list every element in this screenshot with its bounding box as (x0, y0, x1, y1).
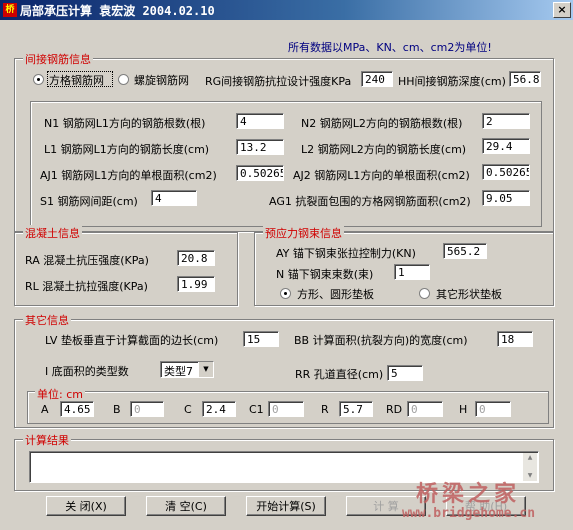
h-label: H (459, 403, 468, 416)
a-input[interactable]: 4.65 (60, 401, 94, 417)
rl-input[interactable]: 1.99 (177, 276, 215, 292)
indirect-steel-title: 间接钢筋信息 (23, 51, 93, 67)
square-plate-radio[interactable] (280, 288, 291, 299)
lv-input[interactable]: 15 (243, 331, 279, 347)
scroll-down-icon[interactable]: ▼ (523, 471, 537, 481)
c1-label: C1 (249, 403, 264, 416)
prestress-title: 预应力钢束信息 (263, 225, 344, 241)
rd-label: RD (386, 403, 403, 416)
lv-label: LV 垫板垂直于计算截面的边长(cm) (45, 334, 219, 347)
r-label: R (321, 403, 329, 416)
aj1-input[interactable]: 0.50265 (236, 165, 284, 181)
other-info-title: 其它信息 (23, 312, 71, 328)
hh-label: HH间接钢筋深度(cm) (398, 75, 506, 88)
square-plate-label[interactable]: 方形、圆形垫板 (297, 286, 374, 302)
b-label: B (113, 403, 121, 416)
b-input[interactable]: 0 (130, 401, 164, 417)
n2-input[interactable]: 2 (482, 113, 530, 129)
h-input[interactable]: 0 (475, 401, 511, 417)
window-title: 局部承压计算 袁宏波 2004.02.10 (20, 4, 215, 18)
result-scrollbar[interactable]: ▲ ▼ (523, 453, 537, 481)
n1-label: N1 钢筋网L1方向的钢筋根数(根) (44, 117, 206, 130)
chevron-down-icon[interactable]: ▼ (198, 362, 213, 377)
rr-label: RR 孔道直径(cm) (295, 368, 384, 381)
prestress-group: 预应力钢束信息 AY 锚下钢束张拉控制力(KN) 565.2 N 锚下钢束束数(… (254, 225, 554, 306)
rl-label: RL 混凝土抗拉强度(KPa) (25, 280, 148, 293)
mesh-radio-label[interactable]: 方格钢筋网 (49, 72, 104, 88)
ra-label: RA 混凝土抗压强度(KPa) (25, 254, 149, 267)
indirect-steel-group: 间接钢筋信息 方格钢筋网 螺旋钢筋网 RG间接钢筋抗拉设计强度KPa 240 H… (14, 51, 554, 232)
bb-input[interactable]: 18 (497, 331, 533, 347)
ay-input[interactable]: 565.2 (443, 243, 487, 259)
rr-input[interactable]: 5 (387, 365, 423, 381)
unit-note: 所有数据以MPa、KN、cm、cm2为单位! (288, 41, 492, 54)
bb-label: BB 计算面积(抗裂方向)的宽度(cm) (294, 334, 468, 347)
scroll-up-icon[interactable]: ▲ (523, 453, 537, 463)
a-label: A (41, 403, 49, 416)
l1-label: L1 钢筋网L1方向的钢筋长度(cm) (44, 143, 210, 156)
hh-input[interactable]: 56.8 (509, 71, 541, 87)
title-bar: 桥 局部承压计算 袁宏波 2004.02.10 × (0, 0, 573, 20)
r-input[interactable]: 5.7 (339, 401, 373, 417)
other-plate-radio[interactable] (419, 288, 430, 299)
c-label: C (184, 403, 192, 416)
c1-input[interactable]: 0 (268, 401, 304, 417)
rg-label: RG间接钢筋抗拉设计强度KPa (205, 75, 352, 88)
watermark-url: www.bridgehome.cn (402, 506, 536, 521)
spiral-radio-label[interactable]: 螺旋钢筋网 (134, 72, 189, 88)
aj1-label: AJ1 钢筋网L1方向的单根面积(cm2) (40, 169, 217, 182)
aj2-label: AJ2 钢筋网L1方向的单根面积(cm2) (293, 169, 470, 182)
dimensions-panel: 单位: cm A 4.65 B 0 C 2.4 C1 0 R 5.7 RD 0 … (27, 386, 549, 424)
concrete-group: 混凝土信息 RA 混凝土抗压强度(KPa) 20.8 RL 混凝土抗拉强度(KP… (14, 225, 238, 306)
other-info-group: 其它信息 LV 垫板垂直于计算截面的边长(cm) 15 BB 计算面积(抗裂方向… (14, 312, 554, 428)
l2-input[interactable]: 29.4 (482, 138, 530, 154)
clear-button[interactable]: 清 空(C) (146, 496, 226, 516)
c-input[interactable]: 2.4 (202, 401, 236, 417)
concrete-title: 混凝土信息 (23, 225, 82, 241)
n1-input[interactable]: 4 (236, 113, 284, 129)
n-input[interactable]: 1 (394, 264, 430, 280)
result-title: 计算结果 (23, 432, 71, 448)
close-button[interactable]: 关 闭(X) (46, 496, 126, 516)
mesh-params-panel: N1 钢筋网L1方向的钢筋根数(根) 4 N2 钢筋网L2方向的钢筋根数(根) … (30, 101, 542, 227)
ag1-input[interactable]: 9.05 (482, 190, 530, 206)
unit-label: 单位: cm (35, 386, 85, 402)
rg-input[interactable]: 240 (361, 71, 393, 87)
ag1-label: AG1 抗裂面包围的方格网钢筋面积(cm2) (269, 195, 471, 208)
i-label: I 底面积的类型数 (45, 365, 129, 378)
mesh-radio[interactable] (33, 74, 44, 85)
s1-label: S1 钢筋网间距(cm) (40, 195, 138, 208)
n2-label: N2 钢筋网L2方向的钢筋根数(根) (301, 117, 463, 130)
n-label: N 锚下钢束束数(束) (276, 268, 374, 281)
i-type-select[interactable]: 类型7 ▼ (160, 361, 214, 378)
i-type-value: 类型7 (164, 365, 193, 378)
s1-input[interactable]: 4 (151, 190, 197, 206)
l1-input[interactable]: 13.2 (236, 139, 284, 155)
close-window-button[interactable]: × (553, 2, 571, 18)
watermark-logo: 桥梁之家 (416, 482, 521, 507)
app-icon: 桥 (3, 3, 17, 17)
ra-input[interactable]: 20.8 (177, 250, 215, 266)
other-plate-label[interactable]: 其它形状垫板 (436, 286, 502, 302)
aj2-input[interactable]: 0.50265 (482, 164, 530, 180)
start-calc-button[interactable]: 开始计算(S) (246, 496, 326, 516)
main-window: 所有数据以MPa、KN、cm、cm2为单位! 间接钢筋信息 方格钢筋网 螺旋钢筋… (0, 20, 573, 530)
spiral-radio[interactable] (118, 74, 129, 85)
ay-label: AY 锚下钢束张拉控制力(KN) (276, 247, 416, 260)
l2-label: L2 钢筋网L2方向的钢筋长度(cm) (301, 143, 467, 156)
rd-input[interactable]: 0 (407, 401, 443, 417)
